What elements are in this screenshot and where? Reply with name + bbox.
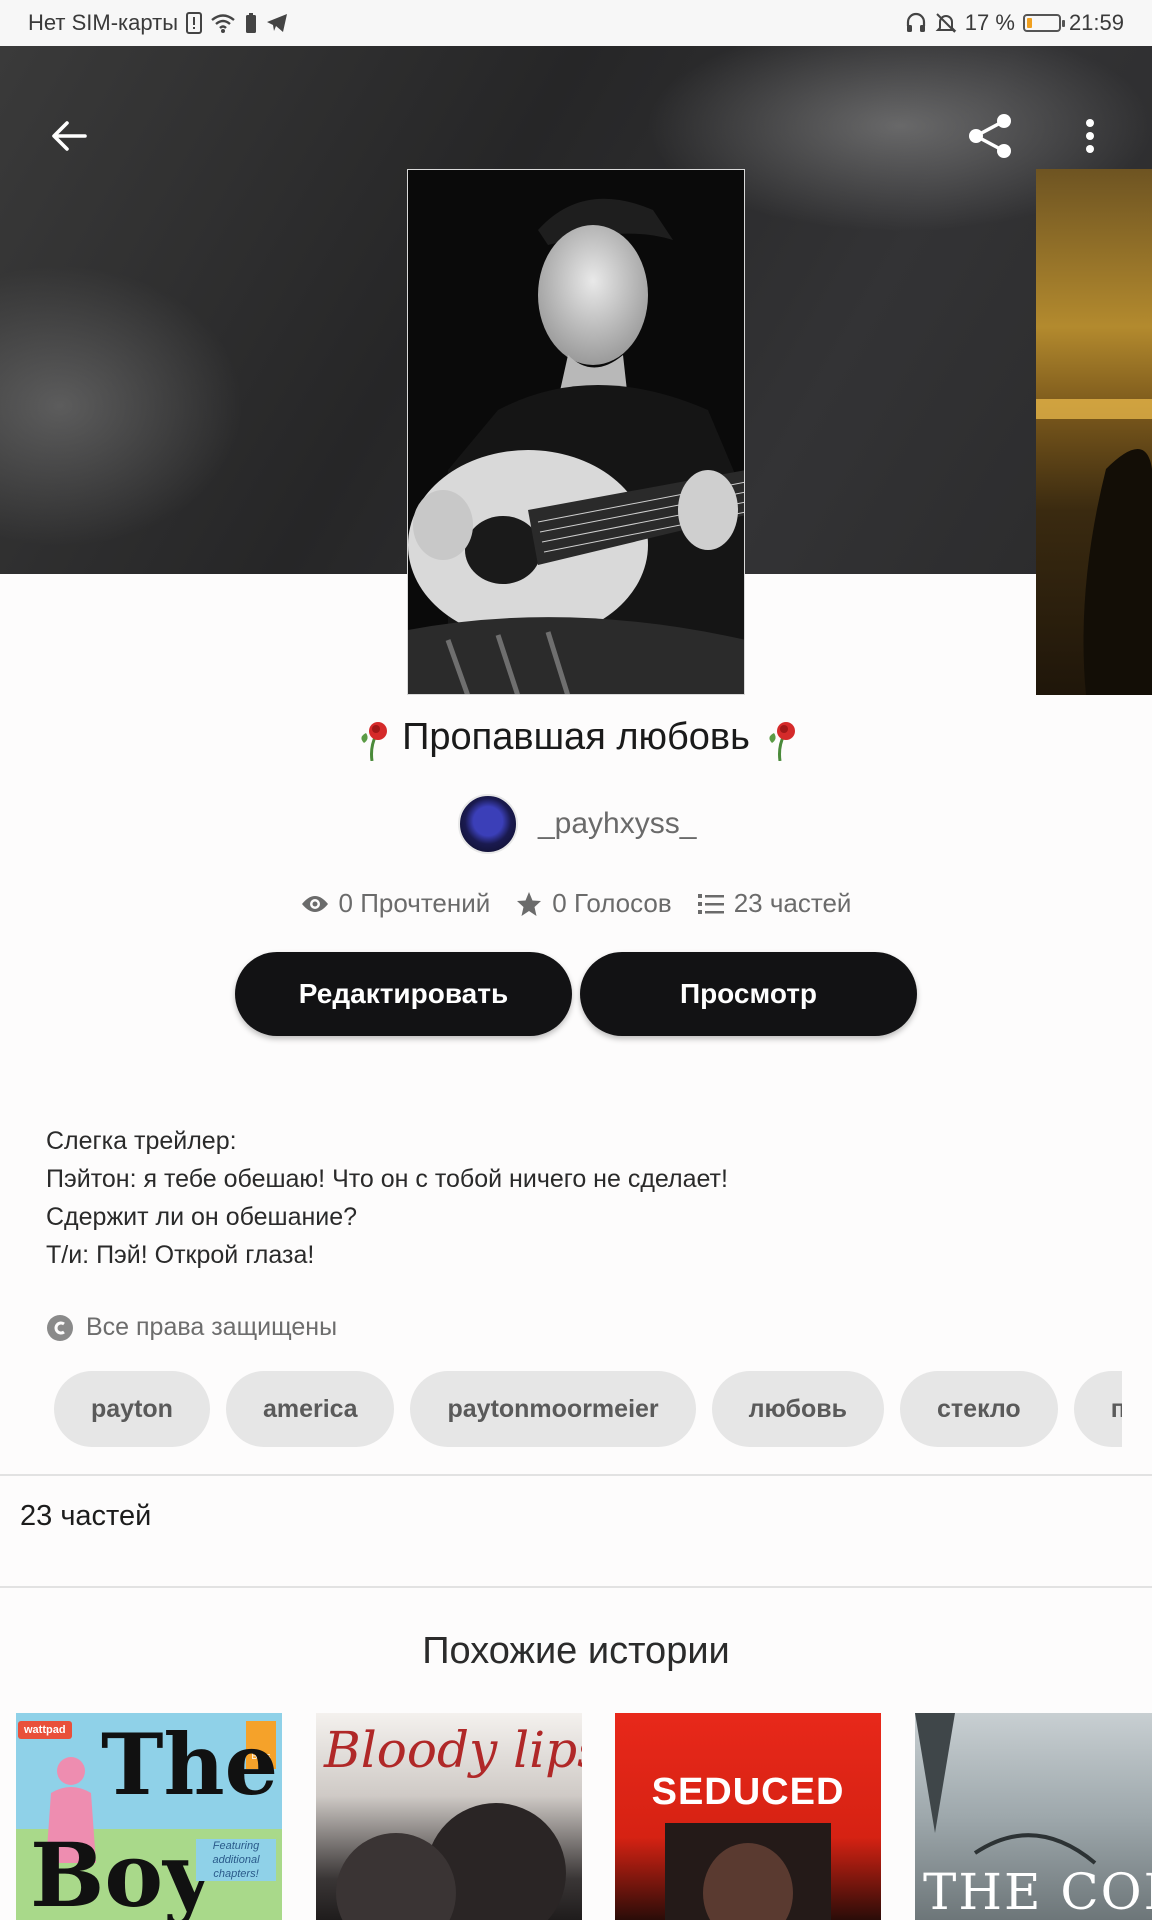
tag-chip[interactable]: payton (54, 1371, 210, 1447)
reads-stat: 0 Прочтений (301, 888, 491, 919)
battery-saver-icon (244, 12, 258, 34)
reads-count: 0 Прочтений (338, 888, 491, 918)
sim-alert-icon (186, 12, 203, 34)
votes-stat: 0 Голосов (516, 888, 672, 919)
headphones-icon (905, 12, 927, 34)
next-story-cover-image[interactable] (1036, 169, 1152, 695)
table-of-contents-row[interactable]: 23 частей (20, 1500, 151, 1533)
author-name[interactable]: _payhxyss_ (538, 807, 696, 841)
description-line: Слегка трейлер: (46, 1127, 237, 1155)
telegram-icon (266, 13, 288, 33)
author-avatar[interactable] (458, 794, 518, 854)
author-row[interactable]: _payhxyss_ (458, 794, 696, 854)
more-vertical-icon (1086, 119, 1094, 153)
tag-chip[interactable]: пэйтон (1073, 1371, 1122, 1447)
cover-art (665, 1823, 831, 1920)
share-icon (969, 114, 1011, 158)
tag-chip[interactable]: paytonmoormeier (410, 1371, 696, 1447)
story-cover-image (407, 169, 745, 695)
similar-story-cover[interactable]: THE CODE (915, 1713, 1152, 1920)
more-options-button[interactable] (1060, 106, 1120, 166)
similar-stories-heading: Похожие истории (422, 1630, 730, 1672)
tag-chip[interactable]: любовь (711, 1371, 885, 1447)
list-icon (697, 893, 724, 914)
bell-off-icon (935, 12, 957, 34)
divider (0, 1474, 1152, 1476)
tags-scroller[interactable]: payton america paytonmoormeier любовь ст… (54, 1371, 1122, 1447)
star-icon (517, 891, 542, 916)
cover-note: Featuring additional chapters! (196, 1839, 276, 1881)
parts-count: 23 частей (733, 888, 852, 918)
cover-title: The (101, 1715, 279, 1814)
copyright-text: Все права защищены (86, 1313, 338, 1341)
arrow-left-icon (52, 121, 87, 151)
description-line: Пэйтон: я тебе обешаю! Что он с тобой ни… (46, 1165, 728, 1193)
tag-chip[interactable]: america (225, 1371, 395, 1447)
story-title: Пропавшая любовь (0, 716, 1152, 761)
clock: 21:59 (1068, 10, 1124, 35)
story-description: Слегка трейлер: Пэйтон: я тебе обешаю! Ч… (46, 1122, 728, 1274)
similar-story-cover[interactable]: SEDUCED (615, 1713, 881, 1920)
cover-subtitle: Boy (30, 1823, 215, 1920)
status-bar: Нет SIM-карты 17 % 21:59 (0, 0, 1152, 46)
cover-title: SEDUCED (651, 1771, 845, 1813)
battery-percent: 17 % (964, 10, 1015, 35)
share-button[interactable] (960, 106, 1020, 166)
parts-stat: 23 частей (697, 888, 852, 919)
description-line: Т/и: Пэй! Открой глаза! (46, 1241, 315, 1269)
edit-button[interactable]: Редактировать (235, 952, 572, 1036)
tag-chip[interactable]: стекло (900, 1371, 1058, 1447)
eye-icon (301, 895, 328, 912)
cover-title: Bloody lips (324, 1721, 582, 1779)
story-details-screen: Нет SIM-карты 17 % 21:59 Пропавшая любов… (0, 0, 1152, 1920)
wattpad-badge: wattpad (18, 1721, 72, 1739)
divider (0, 1586, 1152, 1588)
rose-emoji-icon (360, 721, 387, 761)
view-button[interactable]: Просмотр (580, 952, 917, 1036)
description-line: Сдержит ли он обешание? (46, 1203, 358, 1231)
rose-emoji-icon (769, 721, 796, 761)
back-button[interactable] (39, 106, 99, 166)
wifi-icon (210, 12, 236, 34)
story-title-text: Пропавшая любовь (402, 716, 750, 758)
story-stats: 0 Прочтений 0 Голосов 23 частей (0, 888, 1152, 919)
battery-icon (1022, 14, 1065, 32)
copyright-row: Все права защищены (46, 1313, 337, 1342)
similar-story-cover[interactable]: wattpad Bliss The Boy Featuring addition… (16, 1713, 282, 1920)
votes-count: 0 Голосов (552, 888, 672, 918)
cover-title: THE CODE (923, 1863, 1152, 1920)
carrier-label: Нет SIM-карты (28, 10, 179, 35)
copyright-icon (47, 1314, 73, 1341)
similar-story-cover[interactable]: Bloody lips (316, 1713, 582, 1920)
cover-art (336, 1803, 566, 1920)
